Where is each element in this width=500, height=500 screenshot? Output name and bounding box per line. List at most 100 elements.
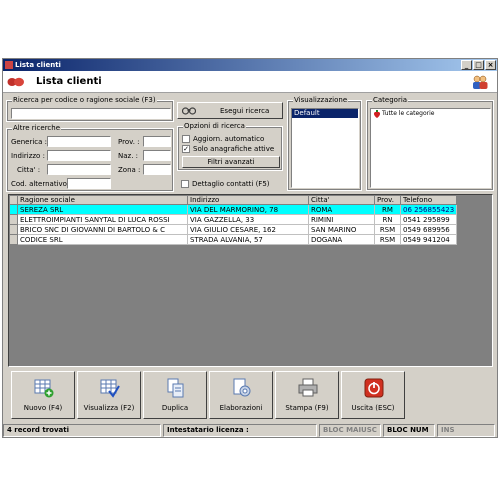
col-header-citta[interactable]: Citta' <box>308 195 375 205</box>
cell-telefono: 0549 689956 <box>399 224 458 235</box>
main-window: Lista clienti _ □ × Lista clienti Ricerc… <box>2 58 498 438</box>
indirizzo-label: Indirizzo : <box>11 152 45 160</box>
run-search-button[interactable]: Esegui ricerca <box>177 102 283 119</box>
cod-alt-input[interactable] <box>67 178 111 189</box>
contact-details-label: Dettaglio contatti (F5) <box>192 180 270 188</box>
license-holder: Intestatario licenza : <box>163 424 317 437</box>
app-icon <box>5 61 13 69</box>
maximize-button[interactable]: □ <box>473 60 484 70</box>
other-search-group: Altre ricerche Generica : Prov. : Indiri… <box>6 124 174 192</box>
search-options-legend: Opzioni di ricerca <box>183 122 246 130</box>
bottom-toolbar: Nuovo (F4) Visualizza (F2) Duplica Elabo… <box>8 368 493 424</box>
new-button[interactable]: Nuovo (F4) <box>11 371 75 419</box>
print-button-label: Stampa (F9) <box>285 404 329 412</box>
view-legend: Visualizzazione <box>293 96 349 104</box>
printer-icon <box>298 378 318 397</box>
cell-ragione: ELETTROIMPIANTI SANYTAL DI LUCA ROSSI <box>17 214 188 225</box>
close-button[interactable]: × <box>485 60 496 70</box>
cod-alt-label: Cod. alternativo : <box>11 180 72 188</box>
cell-telefono: 0549 941204 <box>399 234 458 245</box>
title-bar[interactable]: Lista clienti _ □ × <box>3 59 497 71</box>
view-group: Visualizzazione Default <box>287 96 362 191</box>
citta-input[interactable] <box>47 164 111 175</box>
clients-table-body: Ragione sociale Indirizzo Citta' Prov. T… <box>9 195 458 245</box>
duplicate-button-label: Duplica <box>161 404 189 412</box>
page-title: Lista clienti <box>36 76 102 87</box>
elaborations-button-label: Elaborazioni <box>219 404 263 412</box>
print-button[interactable]: Stampa (F9) <box>275 371 339 419</box>
view-list[interactable]: Default <box>291 108 359 188</box>
category-group: Categoria Tutte le categorie <box>366 96 494 191</box>
search-options-group: Opzioni di ricerca Aggiorn. automatico ✓… <box>177 122 283 171</box>
naz-input[interactable] <box>143 150 171 161</box>
code-search-group: Ricerca per codice o ragione sociale (F3… <box>6 96 174 122</box>
num-lock-indicator: BLOC NUM <box>383 424 435 437</box>
table-row[interactable]: SEREZA SRL VIA DEL MARMORINO, 78 ROMA RM… <box>9 204 458 215</box>
cell-citta: RIMINI <box>308 214 375 225</box>
strawberry-icon <box>373 110 381 118</box>
cell-ragione: CODICE SRL <box>17 234 188 245</box>
duplicate-button[interactable]: Duplica <box>143 371 207 419</box>
prov-input[interactable] <box>143 136 171 147</box>
status-bar: 4 record trovati Intestatario licenza : … <box>3 424 497 437</box>
indirizzo-input[interactable] <box>47 150 111 161</box>
insert-indicator: INS <box>437 424 495 437</box>
code-search-input[interactable] <box>11 108 171 119</box>
caps-lock-indicator: BLOC MAIUSC <box>319 424 381 437</box>
cell-indirizzo: STRADA ALVANIA, 57 <box>187 234 309 245</box>
generica-input[interactable] <box>47 136 111 147</box>
elaborations-button[interactable]: Elaborazioni <box>209 371 273 419</box>
cell-ragione: BRICO SNC DI GIOVANNI DI BARTOLO & C <box>17 224 188 235</box>
row-indicator[interactable] <box>9 234 18 245</box>
col-header-ragione[interactable]: Ragione sociale <box>17 195 188 205</box>
table-row[interactable]: ELETTROIMPIANTI SANYTAL DI LUCA ROSSI VI… <box>9 214 458 225</box>
only-active-label: Solo anagrafiche attive <box>193 145 275 153</box>
cell-indirizzo: VIA DEL MARMORINO, 78 <box>187 204 309 215</box>
category-item-label: Tutte le categorie <box>382 110 435 117</box>
zona-label: Zona : <box>118 166 141 174</box>
cell-telefono: 0541 295899 <box>399 214 458 225</box>
elaborations-icon <box>233 378 251 397</box>
category-item[interactable]: Tutte le categorie <box>371 109 490 119</box>
advanced-filters-button[interactable]: Filtri avanzati <box>182 156 280 168</box>
row-indicator[interactable] <box>9 224 18 235</box>
exit-button[interactable]: Uscita (ESC) <box>341 371 405 419</box>
col-header-prov[interactable]: Prov. <box>374 195 401 205</box>
category-list[interactable]: Tutte le categorie <box>370 108 491 188</box>
auto-update-checkbox[interactable] <box>182 135 190 143</box>
other-search-legend: Altre ricerche <box>12 124 62 132</box>
table-row[interactable]: CODICE SRL STRADA ALVANIA, 57 DOGANA RSM… <box>9 234 458 245</box>
run-search-label: Esegui ricerca <box>220 107 270 115</box>
cell-prov: RN <box>374 214 401 225</box>
records-count: 4 record trovati <box>3 424 161 437</box>
row-indicator[interactable] <box>9 214 18 225</box>
cell-citta: DOGANA <box>308 234 375 245</box>
zona-input[interactable] <box>143 164 171 175</box>
code-search-legend: Ricerca per codice o ragione sociale (F3… <box>12 96 157 104</box>
cell-telefono: 06 256855423 <box>399 204 458 215</box>
power-icon <box>364 378 384 398</box>
col-header-indirizzo[interactable]: Indirizzo <box>187 195 309 205</box>
duplicate-icon <box>167 378 184 398</box>
prov-label: Prov. : <box>118 138 140 146</box>
table-row[interactable]: BRICO SNC DI GIOVANNI DI BARTOLO & C VIA… <box>9 224 458 235</box>
cell-indirizzo: VIA GIULIO CESARE, 162 <box>187 224 309 235</box>
view-button[interactable]: Visualizza (F2) <box>77 371 141 419</box>
contact-details-checkbox[interactable] <box>181 180 189 188</box>
row-indicator[interactable] <box>9 204 18 215</box>
view-button-label: Visualizza (F2) <box>83 404 135 412</box>
cell-prov: RSM <box>374 234 401 245</box>
view-option-default[interactable]: Default <box>292 109 358 118</box>
minimize-button[interactable]: _ <box>461 60 472 70</box>
cell-indirizzo: VIA GAZZELLA, 33 <box>187 214 309 225</box>
only-active-checkbox[interactable]: ✓ <box>182 145 190 153</box>
naz-label: Naz. : <box>118 152 139 160</box>
cell-prov: RM <box>374 204 401 215</box>
header-bar: Lista clienti <box>3 71 497 93</box>
col-header-telefono[interactable]: Telefono <box>399 195 458 205</box>
clients-table[interactable]: Ragione sociale Indirizzo Citta' Prov. T… <box>8 194 493 367</box>
new-button-label: Nuovo (F4) <box>23 404 63 412</box>
cell-ragione: SEREZA SRL <box>17 204 188 215</box>
users-icon[interactable] <box>471 74 489 90</box>
cell-citta: SAN MARINO <box>308 224 375 235</box>
